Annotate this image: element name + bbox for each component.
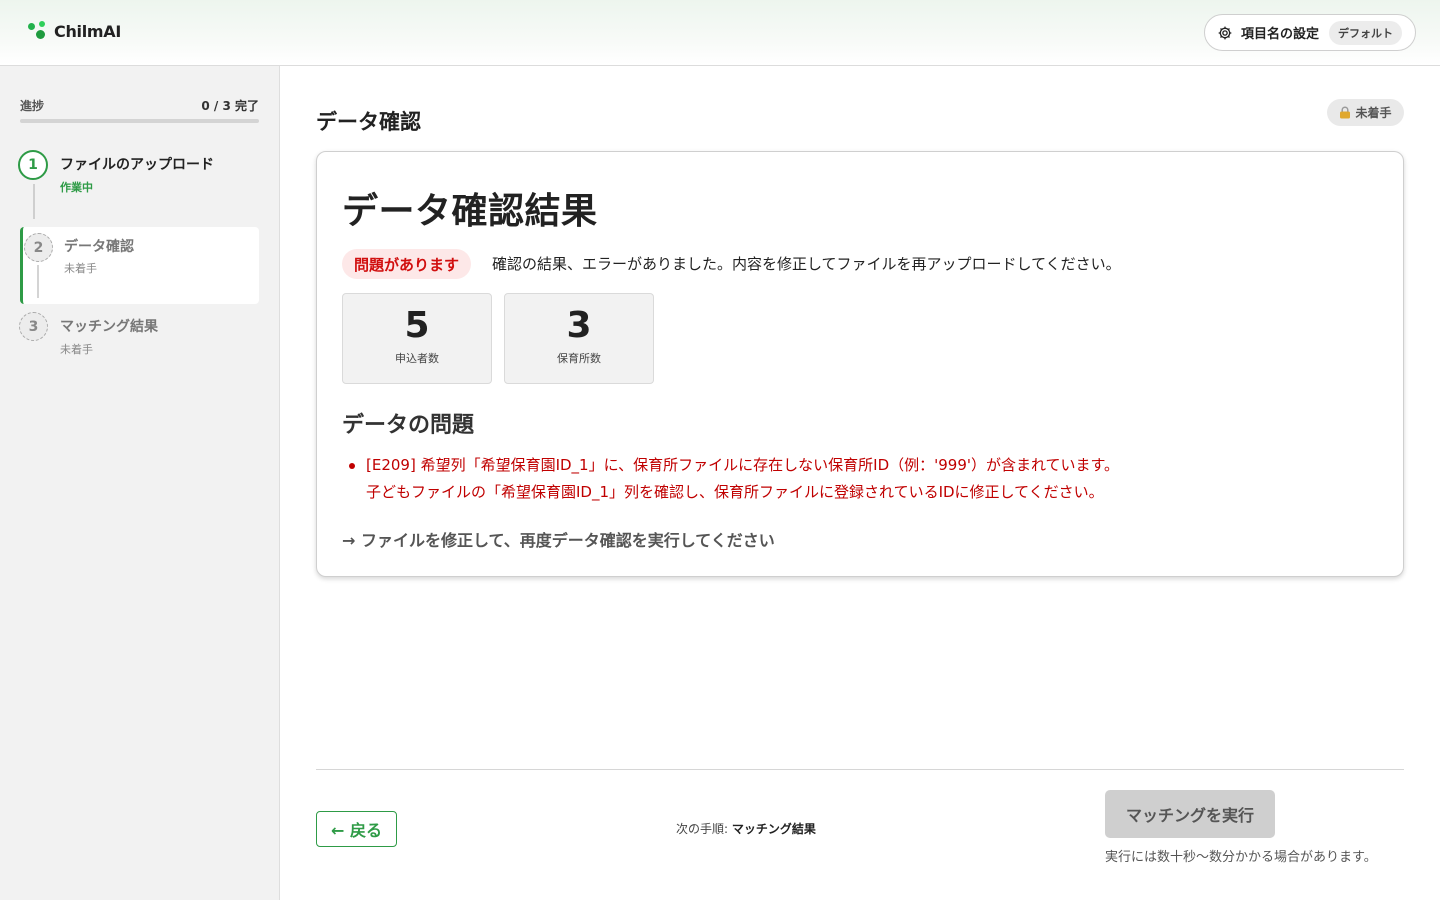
applicant-count-stat: 5 申込者数 (342, 293, 492, 384)
result-title: データ確認結果 (342, 191, 598, 232)
stat-value: 5 (404, 305, 430, 346)
error-list: [E209] 希望列「希望保育園ID_1」に、保育所ファイルに存在しない保育所I… (349, 452, 1366, 506)
status-badge-label: 未着手 (1355, 106, 1392, 120)
step-status: 未着手 (60, 343, 93, 356)
progress-sidebar: 進捗 0 / 3 完了 1 ファイルのアップロード 作業中 2 データ確認 未着… (0, 66, 280, 900)
sidebar-step-matching-result[interactable]: 3 マッチング結果 未着手 (18, 312, 258, 362)
step-number-badge: 2 (24, 233, 53, 262)
next-step-prefix: 次の手順: (676, 822, 729, 836)
step-status: 作業中 (60, 181, 93, 194)
data-check-result-card: データ確認結果 問題があります 確認の結果、エラーがありました。内容を修正してフ… (316, 151, 1404, 577)
step-connector (37, 265, 39, 298)
step-title: ファイルのアップロード (60, 157, 214, 173)
lock-icon (1340, 106, 1351, 119)
status-badge: 未着手 (1327, 99, 1404, 126)
next-step-info: 次の手順: マッチング結果 (676, 820, 816, 837)
stat-label: 保育所数 (557, 352, 601, 365)
settings-default-badge: デフォルト (1329, 20, 1403, 45)
run-duration-note: 実行には数十秒〜数分かかる場合があります。 (1105, 850, 1377, 865)
nursery-count-stat: 3 保育所数 (504, 293, 654, 384)
progress-bar (20, 119, 259, 123)
settings-label: 項目名の設定 (1241, 27, 1320, 42)
step-number-badge: 3 (19, 312, 48, 341)
page-title: データ確認 (316, 110, 421, 134)
progress-label: 進捗 (20, 99, 45, 113)
brand-logo[interactable]: ChilmAI (28, 21, 121, 41)
gear-icon (1218, 26, 1232, 39)
sidebar-step-data-check[interactable]: 2 データ確認 未着手 (20, 227, 259, 304)
sidebar-step-upload[interactable]: 1 ファイルのアップロード 作業中 (18, 150, 258, 220)
run-matching-button[interactable]: マッチングを実行 (1105, 790, 1275, 838)
next-action-hint: → ファイルを修正して、再度データ確認を実行してください (342, 531, 775, 550)
issue-badge: 問題があります (342, 249, 472, 279)
brand-name: ChilmAI (54, 21, 122, 41)
step-connector (33, 184, 35, 219)
issue-message: 確認の結果、エラーがありました。内容を修正してファイルを再アップロードしてくださ… (492, 255, 1121, 273)
error-item: [E209] 希望列「希望保育園ID_1」に、保育所ファイルに存在しない保育所I… (349, 452, 1366, 506)
stat-value: 3 (566, 305, 592, 346)
step-status: 未着手 (64, 262, 97, 275)
error-message: [E209] 希望列「希望保育園ID_1」に、保育所ファイルに存在しない保育所I… (366, 456, 1120, 474)
app-header: ChilmAI 項目名の設定 デフォルト (0, 0, 1440, 66)
footer-divider (316, 769, 1404, 770)
step-number-badge: 1 (18, 150, 48, 180)
stat-label: 申込者数 (395, 352, 439, 365)
field-name-settings-button[interactable]: 項目名の設定 デフォルト (1204, 14, 1416, 51)
progress-count: 0 / 3 完了 (201, 99, 259, 113)
next-step-name: マッチング結果 (731, 822, 816, 836)
data-issues-heading: データの問題 (342, 413, 475, 438)
step-title: マッチング結果 (60, 319, 158, 335)
step-title: データ確認 (64, 239, 134, 255)
logo-icon (28, 21, 48, 41)
error-fix-hint: 子どもファイルの「希望保育園ID_1」列を確認し、保育所ファイルに登録されている… (366, 483, 1104, 501)
back-button[interactable]: ← 戻る (316, 811, 397, 847)
